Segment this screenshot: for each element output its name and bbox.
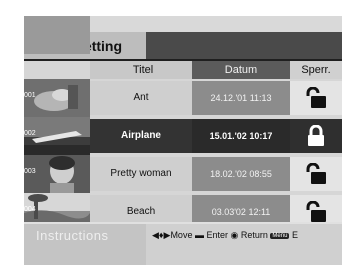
row-number: 002 (24, 130, 36, 137)
row-date: 15.01.'02 10:17 (192, 119, 290, 153)
unlocked-padlock-icon (306, 201, 326, 222)
column-header-datum: Datum (192, 61, 290, 79)
lock-toggle[interactable] (290, 157, 342, 191)
enter-key-icon: ▬ (194, 230, 204, 240)
row-number: 004 (24, 206, 36, 213)
row-title: Pretty woman (90, 157, 192, 191)
thumbnail-image: 001 (24, 79, 90, 117)
locked-padlock-icon (308, 125, 324, 146)
table-row-selected[interactable]: 002 Airplane 15.01.'02 10:17 (24, 117, 342, 155)
lock-toggle[interactable] (290, 119, 342, 153)
instructions-bar: Instructions ◀♦▶Move ▬ Enter ◉ Return Me… (24, 222, 342, 265)
enter-hint: Enter (206, 230, 228, 240)
instructions-label: Instructions (36, 228, 109, 243)
row-number: 003 (24, 168, 36, 175)
lock-toggle[interactable] (290, 81, 342, 115)
column-header-titel: Titel (90, 61, 196, 79)
row-title: Airplane (90, 119, 192, 153)
row-date: 24.12.'01 11:13 (192, 81, 290, 115)
unlocked-padlock-icon (306, 87, 326, 108)
row-title: Ant (90, 81, 192, 115)
move-hint: Move (170, 230, 193, 240)
instructions-hints: ◀♦▶Move ▬ Enter ◉ Return Menu E (152, 230, 298, 241)
row-date: 18.02.'02 08:55 (192, 157, 290, 191)
return-key-icon: ◉ (230, 230, 239, 240)
table-row[interactable]: 003 Pretty woman 18.02.'02 08:55 (24, 155, 342, 193)
title-bar-band (146, 32, 342, 59)
column-header-thumbnail (24, 16, 90, 54)
thumbnail-image: 003 (24, 155, 90, 193)
table-row[interactable]: 001 Ant 24.12.'01 11:13 (24, 79, 342, 117)
menu-hint: E (291, 230, 298, 240)
menu-key-icon: Menu (270, 233, 290, 239)
unlocked-padlock-icon (306, 163, 326, 184)
thumbnail-image: 002 (24, 117, 90, 155)
column-header-sperr: Sperr. (290, 61, 342, 79)
return-hint: Return (240, 230, 268, 240)
row-number: 001 (24, 92, 36, 99)
navigate-arrows-icon: ◀♦▶ (152, 230, 171, 240)
lock-setting-screen: Lock Setting Titel Datum Sperr. 001 Ant … (24, 16, 342, 265)
